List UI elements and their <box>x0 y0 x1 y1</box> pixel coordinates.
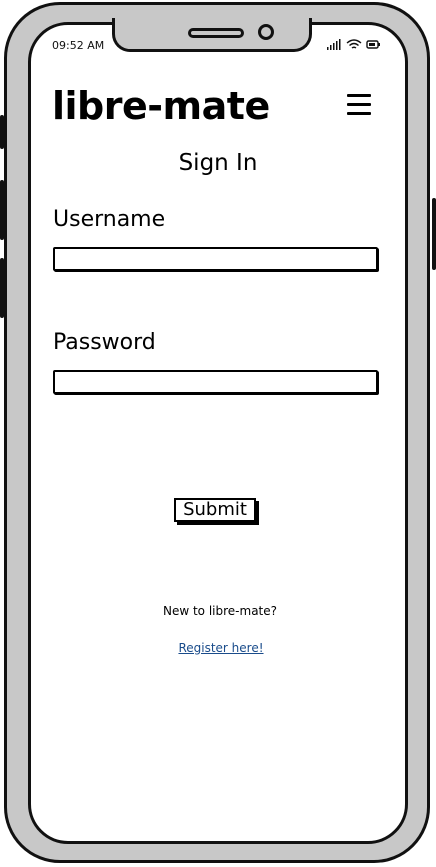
username-label: Username <box>53 207 166 232</box>
phone-volume-down-button <box>0 258 4 318</box>
phone-side-button <box>0 115 4 149</box>
front-camera <box>258 24 274 40</box>
page-title: Sign In <box>178 150 258 176</box>
hamburger-menu-icon[interactable] <box>347 94 373 118</box>
register-link[interactable]: Register here! <box>0 641 436 655</box>
phone-power-button <box>432 198 436 270</box>
submit-button[interactable]: Submit <box>174 498 256 522</box>
status-icons <box>327 39 380 50</box>
phone-volume-up-button <box>0 180 4 240</box>
signal-icon <box>327 39 341 50</box>
app-title: libre-mate <box>52 84 270 128</box>
status-time: 09:52 AM <box>52 39 105 52</box>
new-user-text: New to libre-mate? <box>162 604 278 618</box>
username-input[interactable] <box>53 247 378 271</box>
speaker-grille <box>188 28 244 38</box>
password-input[interactable] <box>53 370 378 394</box>
wifi-icon <box>346 39 362 49</box>
password-label: Password <box>53 330 156 355</box>
battery-icon <box>366 40 380 49</box>
phone-screen <box>28 22 408 844</box>
